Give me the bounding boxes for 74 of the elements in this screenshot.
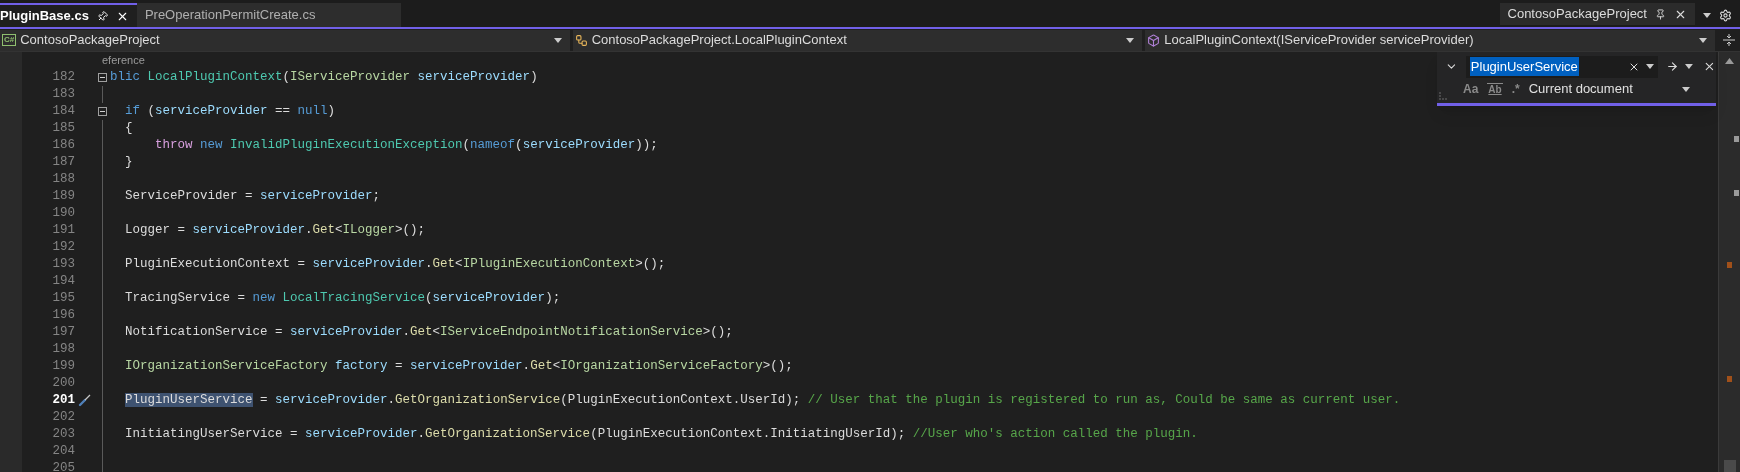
line-number: 191 — [51, 221, 75, 239]
drag-grip-icon[interactable] — [1439, 92, 1447, 100]
code-line: PluginExecutionContext = serviceProvider.Get<IPluginExecutionContext>(); — [124, 255, 666, 273]
navigation-dropdown[interactable]: C# ContosoPackageProject — [0, 29, 570, 51]
navigation-dropdown[interactable]: LocalPluginContext(IServiceProvider serviceProvider) — [1145, 29, 1715, 51]
line-number: 196 — [51, 306, 75, 324]
collapse-icon[interactable] — [98, 72, 107, 82]
collapse-icon[interactable] — [98, 106, 107, 116]
search-option-toggle[interactable]: .* — [1510, 80, 1521, 98]
line-number: 193 — [51, 255, 75, 273]
navigation-dropdown[interactable]: ContosoPackageProject.LocalPluginContext — [572, 29, 1143, 51]
code-line: TracingService = new LocalTracingService(serviceProvider); — [124, 289, 561, 307]
line-number: 203 — [51, 425, 75, 443]
vertical-scrollbar[interactable] — [1718, 52, 1740, 472]
code-line: if (serviceProvider == null) — [124, 102, 336, 120]
code-line: { — [124, 119, 133, 137]
line-number: 192 — [51, 238, 75, 256]
line-number: 204 — [51, 442, 75, 460]
search-option-toggle[interactable]: Aa — [1462, 80, 1480, 98]
find-field[interactable]: PluginUserService — [1465, 55, 1659, 78]
code-line: PluginUserService = serviceProvider.GetOrganizationService(PluginExecutionContext.UserId); // User that the plugin is registered to run as, Could be same as current user. — [124, 391, 1401, 409]
line-number: 194 — [51, 272, 75, 290]
settings-icon[interactable] — [1719, 8, 1732, 22]
caret-icon — [1682, 86, 1690, 92]
codelens-link[interactable]: eference — [102, 52, 145, 69]
dropdown-icon — [1703, 12, 1711, 18]
next-arrow-icon[interactable] — [1666, 60, 1680, 73]
project-icon: C# — [2, 34, 17, 46]
line-number: 188 — [51, 170, 75, 188]
line-number: 183 — [51, 85, 75, 103]
scroll-marker — [1727, 262, 1732, 268]
line-number: 202 — [51, 408, 75, 426]
code-line: NotificationService = serviceProvider.Get<IServiceEndpointNotificationService>(); — [124, 323, 733, 341]
scroll-up-icon[interactable] — [1725, 58, 1734, 64]
line-number: 201 — [51, 391, 75, 409]
document-tab[interactable]: PreOperationPermitCreate.cs — [136, 3, 402, 27]
code-line: InitiatingUserService = serviceProvider.GetOrganizationService(PluginExecutionContext.InitiatingUserId); //User who's action called the plugin. — [124, 425, 1198, 443]
caret-icon — [1126, 37, 1135, 43]
scroll-marker — [1734, 136, 1739, 142]
line-number: 184 — [51, 102, 75, 120]
linked-boxes-icon — [574, 33, 588, 47]
caret-icon — [1646, 64, 1655, 69]
scroll-marker — [1727, 376, 1732, 382]
tool-tab[interactable]: ContosoPackageProject — [1499, 3, 1695, 25]
code-line: ServiceProvider = serviceProvider; — [124, 187, 381, 205]
code-line: IOrganizationServiceFactory factory = serviceProvider.Get<IOrganizationServiceFactory>(); — [124, 357, 793, 375]
code-line: Logger = serviceProvider.Get<ILogger>(); — [124, 221, 426, 239]
cube-icon — [1147, 33, 1161, 47]
line-number: 199 — [51, 357, 75, 375]
line-number: 195 — [51, 289, 75, 307]
line-number: 189 — [51, 187, 75, 205]
line-number: 187 — [51, 153, 75, 171]
scope-dropdown[interactable]: Current document — [1528, 79, 1716, 99]
close-icon[interactable] — [1703, 60, 1716, 73]
line-number: 197 — [51, 323, 75, 341]
code-line: throw new InvalidPluginExecutionException(nameof(serviceProvider)); — [154, 136, 658, 154]
caret-icon — [1685, 64, 1694, 69]
line-number: 198 — [51, 340, 75, 358]
code-line: blic LocalPluginContext(IServiceProvider serviceProvider) — [110, 68, 538, 86]
line-number: 205 — [51, 459, 75, 472]
search-option-toggle[interactable]: Ab — [1487, 83, 1503, 95]
line-number: 200 — [51, 374, 75, 392]
pin-icon[interactable] — [1655, 8, 1666, 20]
split-window-icon[interactable] — [1722, 33, 1736, 47]
screwdriver-icon[interactable] — [78, 393, 92, 407]
code-line: } — [124, 153, 133, 171]
line-number: 190 — [51, 204, 75, 222]
caret-icon — [553, 37, 562, 43]
scroll-thumb[interactable] — [1723, 460, 1736, 472]
caret-icon — [1699, 37, 1707, 43]
line-number: 185 — [51, 119, 75, 137]
line-number: 182 — [51, 68, 75, 86]
scroll-marker — [1734, 190, 1739, 196]
line-number: 186 — [51, 136, 75, 154]
